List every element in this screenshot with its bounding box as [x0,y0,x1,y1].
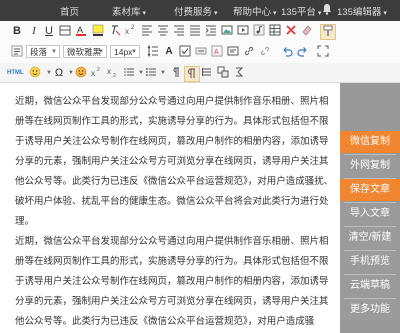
undo-icon[interactable] [280,45,294,59]
letter-spacing-icon[interactable]: A [162,45,176,59]
clear-new-button[interactable]: 清空/新建 [340,227,400,249]
mobile-preview-button[interactable]: 手机预览 [340,251,400,273]
dropdown-arrow-icon: ▼ [98,49,104,55]
rtl-direction-icon[interactable] [168,66,182,80]
right-action-sidebar: 微信复制 外网复制 保存文章 导入文章 清空/新建 手机预览 云端草稿 更多功能 [340,83,400,333]
bold-icon[interactable]: B [10,24,24,38]
font-family-select[interactable]: 微软雅黑 ▼ [63,45,107,58]
svg-text:x: x [107,67,111,76]
chevron-down-icon: ▾ [142,10,147,17]
image-icon[interactable] [220,24,234,38]
nav-material-library[interactable]: 素材库 ▾ [112,4,146,18]
svg-text:2: 2 [131,25,135,31]
checkbox-icon[interactable] [178,45,192,59]
nav-material-library-label: 素材库 [112,7,141,18]
line-spacing-icon[interactable] [146,44,160,59]
align-justify-icon[interactable] [188,24,202,38]
nav-paid-services-label: 付费服务 [174,7,213,18]
subscript-x-icon[interactable]: x2 [106,66,120,80]
paragraph-style-select[interactable]: 段落 ▼ [26,45,60,58]
smiley-icon[interactable] [74,66,88,80]
wechat-copy-button[interactable]: 微信复制 [340,131,400,153]
indent-icon[interactable] [204,24,218,38]
external-copy-button[interactable]: 外网复制 [340,155,400,177]
nav-135-platform[interactable]: 135平台 ▾ [281,4,321,18]
clear-format-icon[interactable] [108,24,122,38]
content-paragraph-2: 近期，微信公众平台发现部分公众号通过向用户提供制作音乐相册、照片相册等在线网页制… [15,236,329,327]
html-source-button[interactable]: HTML [7,66,24,80]
nav-paid-services[interactable]: 付费服务 ▾ [174,4,218,18]
svg-text:A: A [214,49,219,56]
chevron-down-icon: ▾ [273,10,277,17]
horizontal-rule-icon[interactable] [194,45,208,59]
font-color-icon[interactable]: A [74,24,88,38]
superscript-icon[interactable]: x2 [124,24,138,38]
nav-135-editor[interactable]: 135编辑器 ▾ [337,4,387,18]
font-size-select[interactable]: 14px ▼ [110,45,140,58]
paragraph-format-icon[interactable] [10,45,24,59]
svg-text:A: A [77,25,83,35]
font-family-value: 微软雅黑 [67,47,102,57]
font-size-value: 14px [114,47,133,57]
svg-text:x: x [91,69,95,78]
italic-icon[interactable]: I [27,24,41,38]
block-quote-icon[interactable] [200,66,214,80]
underline-icon[interactable]: U [42,24,56,38]
nav-help-center[interactable]: 帮助中心 ▾ [233,4,277,18]
emoji-icon[interactable] [28,66,42,80]
chevron-down-icon: ▾ [214,10,218,17]
svg-text:x: x [125,27,129,36]
more-functions-button[interactable]: 更多功能 [340,299,400,321]
editor-content-area[interactable]: 近期，微信公众平台发现部分公众号通过向用户提供制作音乐相册、照片相册等在线网页制… [0,83,340,333]
chevron-down-icon: ▾ [383,10,387,17]
cloud-drafts-button[interactable]: 云端草稿 [340,275,400,297]
align-center-icon[interactable] [156,24,170,38]
insert-media-icon[interactable] [236,24,250,38]
editor-toolbar-row-2: 段落 ▼ 微软雅黑 ▼ 14px ▼ A A [0,42,400,64]
nav-home[interactable]: 首页 [60,4,79,18]
special-chars-icon[interactable]: A [210,45,224,59]
table-icon[interactable] [268,24,282,38]
chevron-down-icon: ▾ [317,10,322,17]
editor-toolbar-row-1: B I U A x2 [0,21,400,43]
content-paragraph-1: 近期，微信公众平台发现部分公众号通过向用户提供制作音乐相册、照片相册等在线网页制… [15,96,334,227]
align-left-icon[interactable] [140,24,154,38]
format-painter-icon[interactable] [320,24,336,40]
formula-icon[interactable] [232,66,246,80]
svg-text:2: 2 [97,67,100,73]
import-article-button[interactable]: 导入文章 [340,203,400,225]
fullscreen-icon[interactable] [316,45,330,59]
paragraph-mark-icon[interactable] [184,66,200,82]
paragraph-style-value: 段落 [30,47,48,57]
highlight-color-icon[interactable] [91,24,105,38]
delete-icon[interactable] [284,24,298,38]
strikethrough-icon[interactable] [58,24,72,38]
superscript-x-icon[interactable]: x2 [90,66,104,80]
unlink-icon[interactable] [258,45,272,59]
nav-135-editor-label: 135编辑器 [337,7,382,18]
svg-text:2: 2 [113,73,116,78]
save-article-button[interactable]: 保存文章 [340,179,400,201]
dropdown-arrow-icon: ▼ [51,49,57,55]
nav-help-center-label: 帮助中心 [233,7,272,18]
link-icon[interactable] [242,45,256,59]
nav-135-platform-label: 135平台 [281,7,316,18]
eraser-icon[interactable] [300,24,314,38]
top-navigation: 首页 素材库 ▾ 付费服务 ▾ 帮助中心 ▾ 135平台 ▾ 135编辑器 ▾ [0,0,400,21]
bell-icon[interactable] [322,3,332,18]
translate-icon[interactable] [216,66,230,80]
text-box-icon[interactable] [226,45,240,59]
redo-icon[interactable] [296,45,310,59]
music-icon[interactable] [252,24,266,38]
editor-toolbar-row-3: HTML ▼ Ω ▼ x2 x2 ▼ ▼ [0,63,400,83]
align-right-icon[interactable] [172,24,186,38]
dropdown-arrow-icon: ▼ [131,49,137,55]
